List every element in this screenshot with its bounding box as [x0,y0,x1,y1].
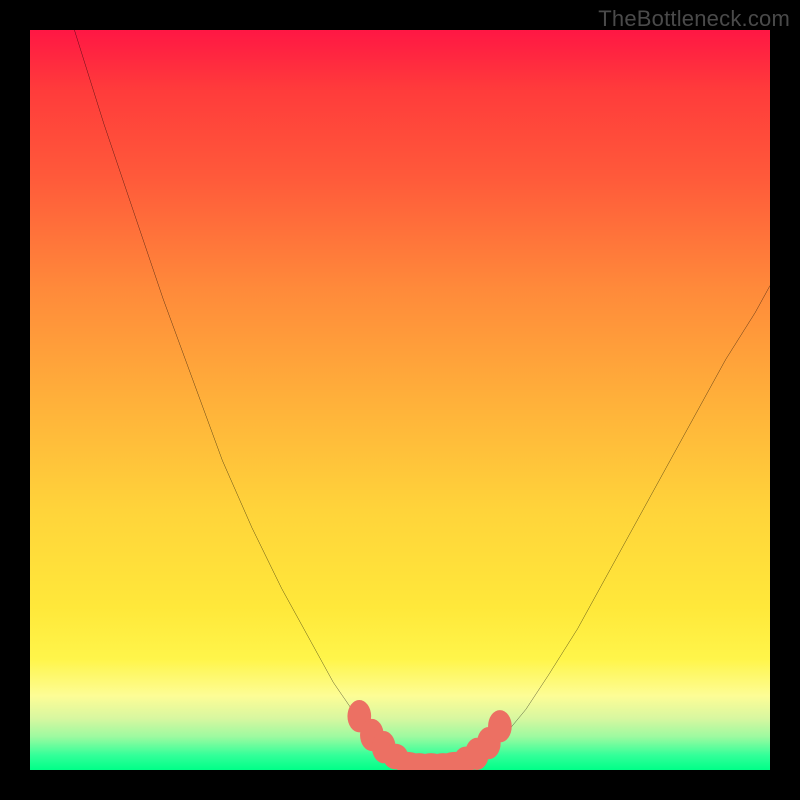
marker-group [347,700,511,770]
chart-svg [30,30,770,770]
chart-frame: TheBottleneck.com [0,0,800,800]
marker-dot [488,710,512,742]
plot-area [30,30,770,770]
watermark-label: TheBottleneck.com [598,6,790,32]
bottleneck-curve [74,30,770,765]
curve-group [74,30,770,765]
